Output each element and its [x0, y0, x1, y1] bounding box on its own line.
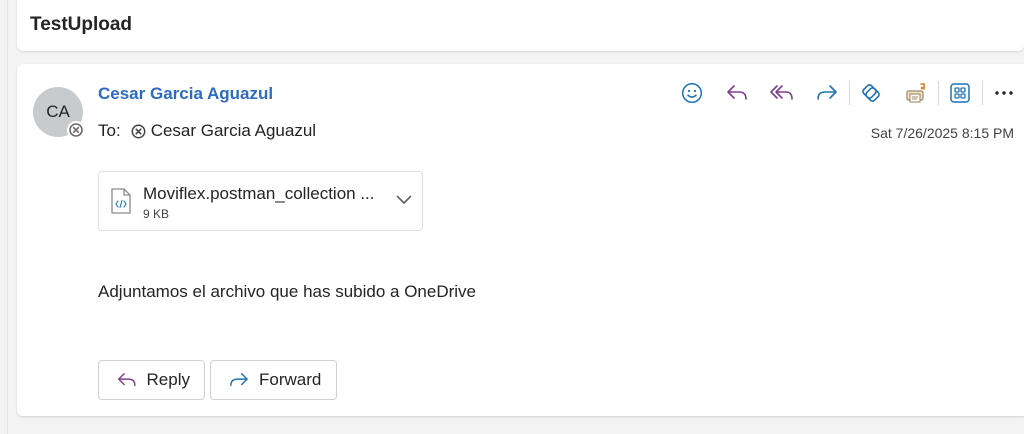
print-icon	[906, 83, 925, 103]
emoji-icon	[681, 82, 703, 104]
reply-button[interactable]: Reply	[98, 360, 205, 400]
left-pane-edge	[0, 0, 8, 434]
toolbar-divider	[938, 81, 939, 105]
forward-label: Forward	[259, 370, 322, 389]
reply-all-icon	[770, 85, 793, 100]
code-file-icon	[110, 187, 132, 220]
subject-title: TestUpload	[30, 14, 133, 35]
reply-all-button[interactable]	[765, 78, 799, 108]
print-button[interactable]	[899, 78, 933, 108]
message-card: CA Cesar Garcia Aguazul To: Cesar Garcia…	[17, 64, 1024, 416]
reply-icon	[117, 373, 136, 387]
reply-icon	[727, 85, 747, 100]
recipients-line: To: Cesar Garcia Aguazul	[98, 121, 316, 141]
avatar-initials: CA	[46, 102, 70, 121]
attachment-card[interactable]: Moviflex.postman_collection ... 9 KB	[98, 171, 423, 231]
recipient-name[interactable]: Cesar Garcia Aguazul	[151, 121, 316, 141]
message-body: Adjuntamos el archivo que has subido a O…	[98, 282, 476, 301]
apps-icon	[950, 83, 970, 103]
message-date: Sat 7/26/2025 8:15 PM	[870, 125, 1014, 141]
emoji-button[interactable]	[675, 78, 709, 108]
forward-button[interactable]: Forward	[210, 360, 337, 400]
forward-button-toolbar[interactable]	[810, 78, 844, 108]
loop-button[interactable]	[854, 78, 888, 108]
more-icon	[995, 91, 1013, 95]
reply-label: Reply	[146, 370, 190, 389]
chevron-down-icon[interactable]	[396, 192, 412, 210]
forward-icon	[817, 85, 837, 100]
toolbar-divider	[982, 81, 983, 105]
message-toolbar	[675, 78, 1024, 108]
apps-button[interactable]	[943, 78, 977, 108]
more-actions-button[interactable]	[987, 78, 1021, 108]
subject-header: TestUpload	[17, 0, 1024, 51]
attachment-size: 9 KB	[143, 207, 170, 221]
recipient-status-icon	[131, 124, 146, 139]
attachment-name: Moviflex.postman_collection ...	[143, 184, 375, 203]
to-label: To:	[98, 121, 121, 140]
forward-icon	[230, 372, 248, 387]
toolbar-divider	[849, 81, 850, 105]
reply-button-toolbar[interactable]	[720, 78, 754, 108]
presence-offline-icon	[67, 121, 85, 139]
sender-name[interactable]: Cesar Garcia Aguazul	[98, 84, 273, 104]
loop-icon	[862, 84, 880, 102]
